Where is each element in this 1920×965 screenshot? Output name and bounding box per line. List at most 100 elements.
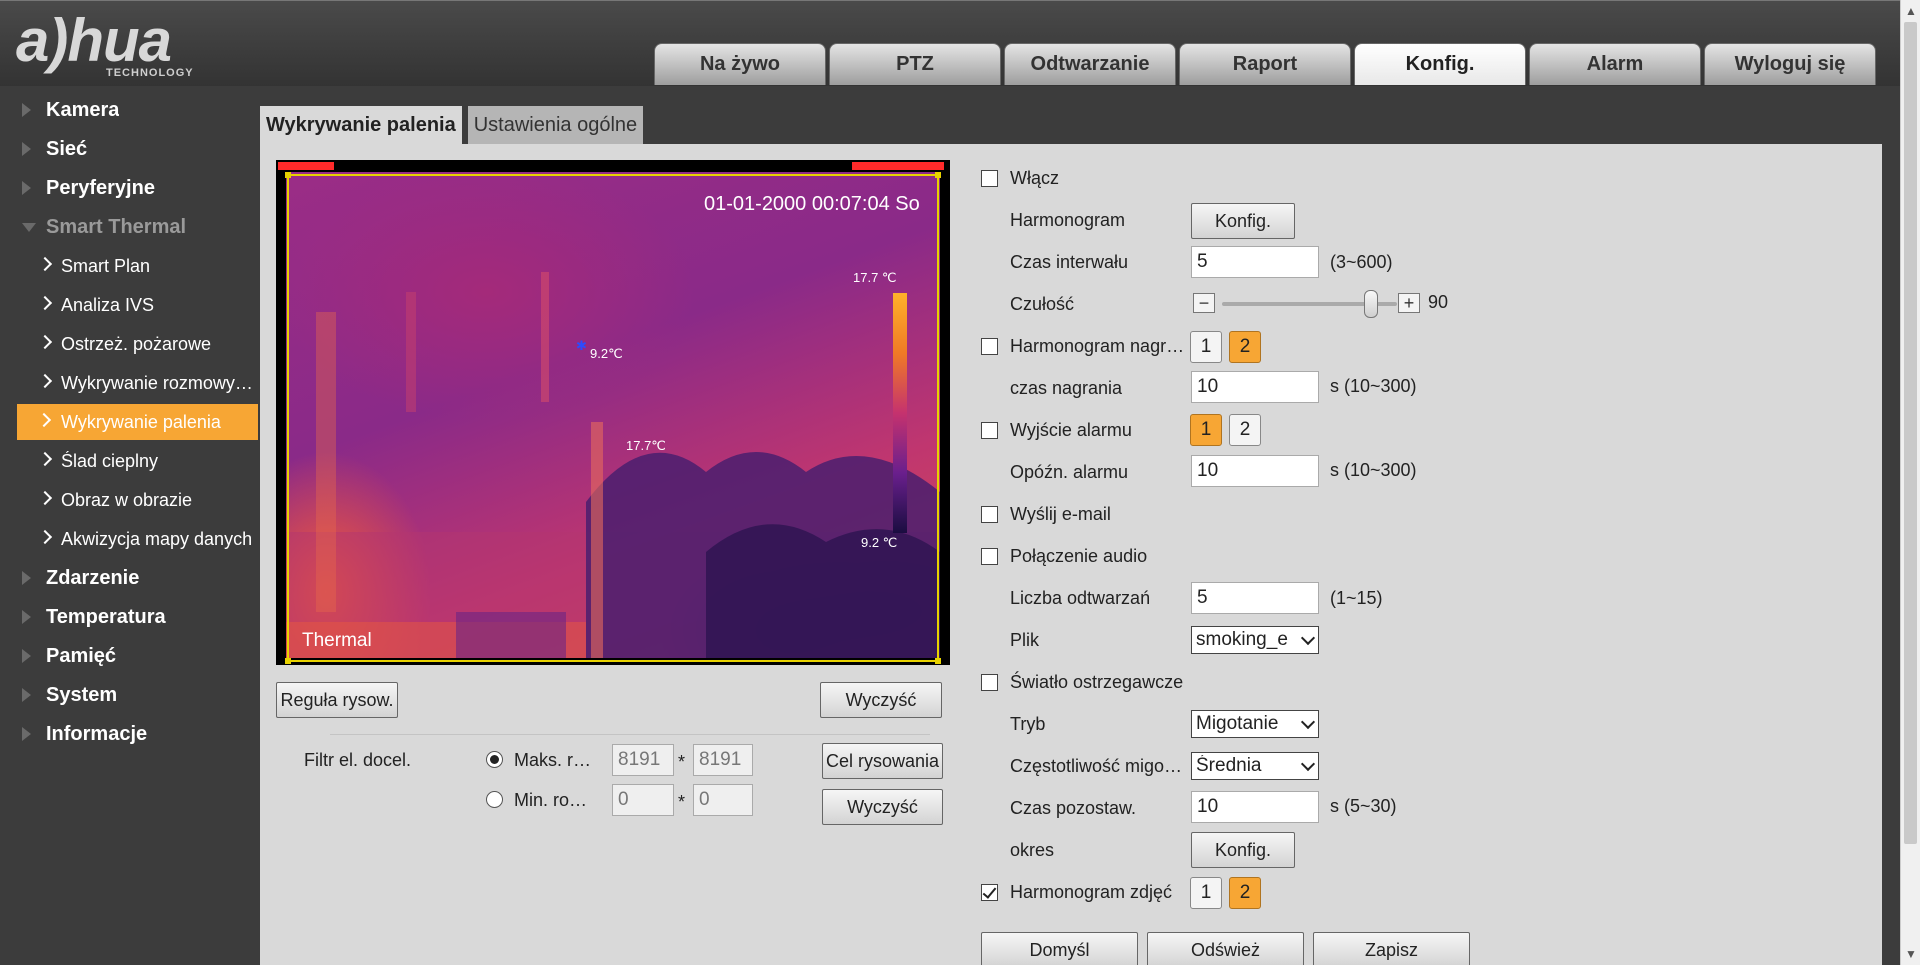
file-select[interactable]: smoking_e bbox=[1191, 626, 1319, 654]
record-time-input[interactable]: 10 bbox=[1191, 371, 1319, 403]
min-width-input[interactable]: 0 bbox=[612, 784, 674, 816]
nav-tab-report[interactable]: Raport bbox=[1179, 43, 1351, 85]
sidebar-item-smoking-detection[interactable]: Wykrywanie palenia bbox=[17, 404, 258, 440]
mode-select[interactable]: Migotanie bbox=[1191, 710, 1319, 738]
max-width-input[interactable]: 8191 bbox=[612, 744, 674, 776]
sidebar-item-label: Informacje bbox=[46, 722, 148, 745]
save-button[interactable]: Zapisz bbox=[1313, 932, 1470, 965]
sidebar-item-smart-plan[interactable]: Smart Plan bbox=[0, 248, 258, 284]
record-schedule-checkbox[interactable] bbox=[981, 338, 998, 355]
sidebar-item-data-map-acquisition[interactable]: Akwizycja mapy danych bbox=[0, 521, 258, 557]
draw-target-button[interactable]: Cel rysowania bbox=[822, 743, 943, 779]
size-separator: * bbox=[678, 792, 686, 812]
sensitivity-plus-button[interactable]: + bbox=[1398, 293, 1420, 313]
sidebar-item-phone-call-detection[interactable]: Wykrywanie rozmowy telefonicznej bbox=[0, 365, 258, 401]
nav-tab-setup[interactable]: Konfig. bbox=[1354, 43, 1526, 85]
audio-link-checkbox[interactable] bbox=[981, 548, 998, 565]
clear-rule-button[interactable]: Wyczyść bbox=[820, 682, 942, 718]
tab-general-settings[interactable]: Ustawienia ogólne bbox=[467, 106, 644, 144]
tab-smoking-detection[interactable]: Wykrywanie palenia bbox=[260, 106, 462, 144]
file-label: Plik bbox=[1010, 630, 1040, 650]
chevron-right-icon bbox=[37, 490, 53, 506]
page-scrollbar[interactable]: ▲ ▼ bbox=[1900, 0, 1920, 965]
flash-frequency-label: Częstotliwość migotania bbox=[1010, 756, 1185, 776]
interval-input[interactable]: 5 bbox=[1191, 246, 1319, 278]
scroll-up-icon[interactable]: ▲ bbox=[1905, 4, 1917, 18]
sidebar-item-fire-warning[interactable]: Ostrzeż. pożarowe bbox=[0, 326, 258, 362]
min-size-radio[interactable] bbox=[486, 791, 503, 808]
max-height-input[interactable]: 8191 bbox=[693, 744, 753, 776]
stay-time-hint: s (5~30) bbox=[1330, 796, 1397, 816]
region-handle[interactable] bbox=[285, 658, 291, 664]
alarm-delay-label: Opóźn. alarmu bbox=[1010, 462, 1129, 482]
record-time-label: czas nagrania bbox=[1010, 378, 1123, 398]
draw-rule-button[interactable]: Reguła rysow. bbox=[276, 682, 398, 718]
alarm-output-label: Wyjście alarmu bbox=[1010, 420, 1132, 440]
nav-tab-logout[interactable]: Wyloguj się bbox=[1704, 43, 1876, 85]
sidebar-item-label: System bbox=[46, 683, 118, 706]
alarm-output-1-button[interactable]: 1 bbox=[1190, 414, 1222, 446]
schedule-label: Harmonogram bbox=[1010, 210, 1126, 230]
sidebar-item-picture-in-picture[interactable]: Obraz w obrazie bbox=[0, 482, 258, 518]
sidebar-item-peripheral[interactable]: Peryferyjne bbox=[0, 170, 258, 206]
alarm-output-2-button[interactable]: 2 bbox=[1229, 414, 1261, 446]
nav-tab-alarm[interactable]: Alarm bbox=[1529, 43, 1701, 85]
sidebar-item-label: Wykrywanie rozmowy telefonicznej bbox=[61, 372, 257, 393]
sidebar-item-system[interactable]: System bbox=[0, 677, 258, 713]
sidebar-item-event[interactable]: Zdarzenie bbox=[0, 560, 258, 596]
play-count-input[interactable]: 5 bbox=[1191, 582, 1319, 614]
sidebar-item-network[interactable]: Sieć bbox=[0, 131, 258, 167]
region-handle[interactable] bbox=[935, 172, 941, 178]
scrollbar-thumb[interactable] bbox=[1904, 22, 1917, 844]
alarm-delay-input[interactable]: 10 bbox=[1191, 455, 1319, 487]
clear-target-button[interactable]: Wyczyść bbox=[822, 789, 943, 825]
sidebar-item-label: Analiza IVS bbox=[61, 294, 155, 315]
region-handle[interactable] bbox=[285, 172, 291, 178]
sidebar-item-label: Wykrywanie palenia bbox=[61, 411, 221, 432]
sensitivity-slider-thumb[interactable] bbox=[1364, 290, 1378, 318]
sidebar-item-ivs[interactable]: Analiza IVS bbox=[0, 287, 258, 323]
cold-spot-temp: 9.2℃ bbox=[590, 346, 623, 361]
nav-tab-live[interactable]: Na żywo bbox=[654, 43, 826, 85]
snapshot-schedule-checkbox[interactable] bbox=[981, 884, 998, 901]
schedule-config-button[interactable]: Konfig. bbox=[1191, 203, 1295, 239]
mode-select-value: Migotanie bbox=[1196, 713, 1279, 734]
min-height-input[interactable]: 0 bbox=[693, 784, 753, 816]
sidebar-item-information[interactable]: Informacje bbox=[0, 716, 258, 752]
osd-channel-label: Thermal bbox=[302, 630, 372, 651]
warning-light-checkbox[interactable] bbox=[981, 674, 998, 691]
snapshot-option-1-button[interactable]: 1 bbox=[1190, 877, 1222, 909]
flash-frequency-select[interactable]: Średnia bbox=[1191, 752, 1319, 780]
send-email-checkbox[interactable] bbox=[981, 506, 998, 523]
period-config-button[interactable]: Konfig. bbox=[1191, 832, 1295, 868]
chevron-down-icon bbox=[1300, 756, 1316, 772]
stay-time-input[interactable]: 10 bbox=[1191, 791, 1319, 823]
interval-label: Czas interwału bbox=[1010, 252, 1129, 272]
warning-light-label: Światło ostrzegawcze bbox=[1010, 672, 1184, 692]
max-size-radio[interactable] bbox=[486, 751, 503, 768]
chevron-right-icon bbox=[37, 373, 53, 389]
detection-region[interactable] bbox=[285, 172, 941, 664]
default-button[interactable]: Domyśl bbox=[981, 932, 1138, 965]
sidebar-item-temperature[interactable]: Temperatura bbox=[0, 599, 258, 635]
scroll-down-icon[interactable]: ▼ bbox=[1905, 947, 1917, 961]
chevron-down-icon bbox=[1300, 630, 1316, 646]
record-option-2-button[interactable]: 2 bbox=[1229, 331, 1261, 363]
sidebar-item-camera[interactable]: Kamera bbox=[0, 92, 258, 128]
nav-tab-playback[interactable]: Odtwarzanie bbox=[1004, 43, 1176, 85]
record-schedule-label: Harmonogram nagrywania bbox=[1010, 336, 1185, 356]
snapshot-option-2-button[interactable]: 2 bbox=[1229, 877, 1261, 909]
alarm-output-checkbox[interactable] bbox=[981, 422, 998, 439]
sidebar: Kamera Sieć Peryferyjne Smart Thermal Sm… bbox=[0, 86, 260, 965]
refresh-button[interactable]: Odśwież bbox=[1147, 932, 1304, 965]
region-handle[interactable] bbox=[935, 658, 941, 664]
sidebar-item-storage[interactable]: Pamięć bbox=[0, 638, 258, 674]
nav-tab-ptz[interactable]: PTZ bbox=[829, 43, 1001, 85]
logo-subtitle: TECHNOLOGY bbox=[106, 67, 194, 79]
enable-checkbox[interactable] bbox=[981, 170, 998, 187]
sensitivity-minus-button[interactable]: − bbox=[1193, 293, 1215, 313]
sidebar-item-smart-thermal[interactable]: Smart Thermal bbox=[0, 209, 258, 245]
sidebar-item-label: Kamera bbox=[46, 98, 120, 121]
sidebar-item-heat-trace[interactable]: Ślad cieplny bbox=[0, 443, 258, 479]
record-option-1-button[interactable]: 1 bbox=[1190, 331, 1222, 363]
